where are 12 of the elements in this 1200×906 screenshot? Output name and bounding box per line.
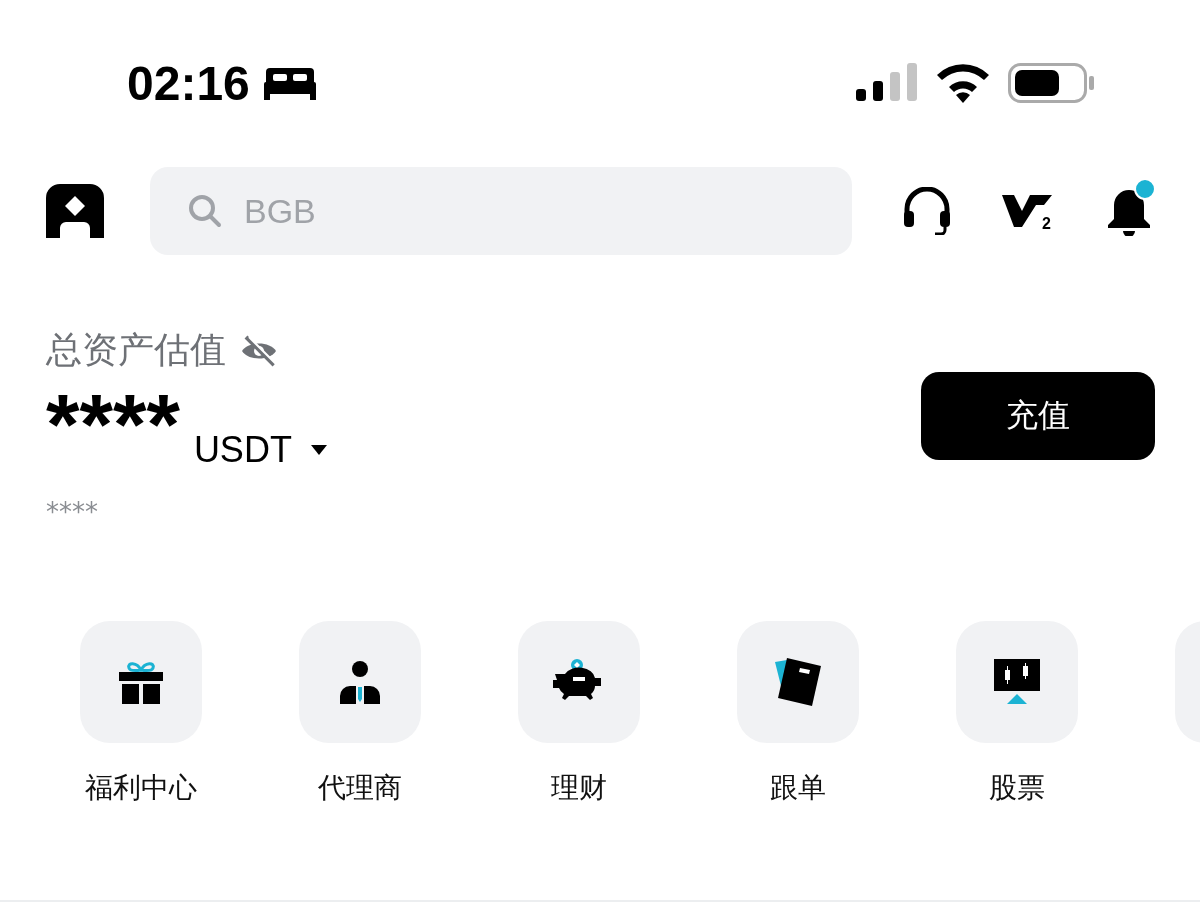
balance-amount: ****	[46, 381, 180, 467]
shortcut-label[interactable]: 代理商	[317, 769, 402, 807]
shortcut-label[interactable]: 理财	[550, 769, 607, 807]
shortcut-label[interactable]: 股票	[988, 769, 1045, 807]
currency-dropdown[interactable]: USDT	[193, 429, 328, 471]
search-field[interactable]: BGB	[150, 167, 852, 255]
shortcut-label[interactable]: 跟单	[769, 769, 826, 807]
shortcut-label[interactable]: 福利中心	[84, 769, 197, 807]
total-assets-label: 总资产估值	[46, 328, 226, 372]
status-time: 02:16	[127, 55, 250, 111]
deposit-button[interactable]: 充值	[921, 372, 1155, 460]
balance-equivalent: ****	[46, 497, 99, 527]
